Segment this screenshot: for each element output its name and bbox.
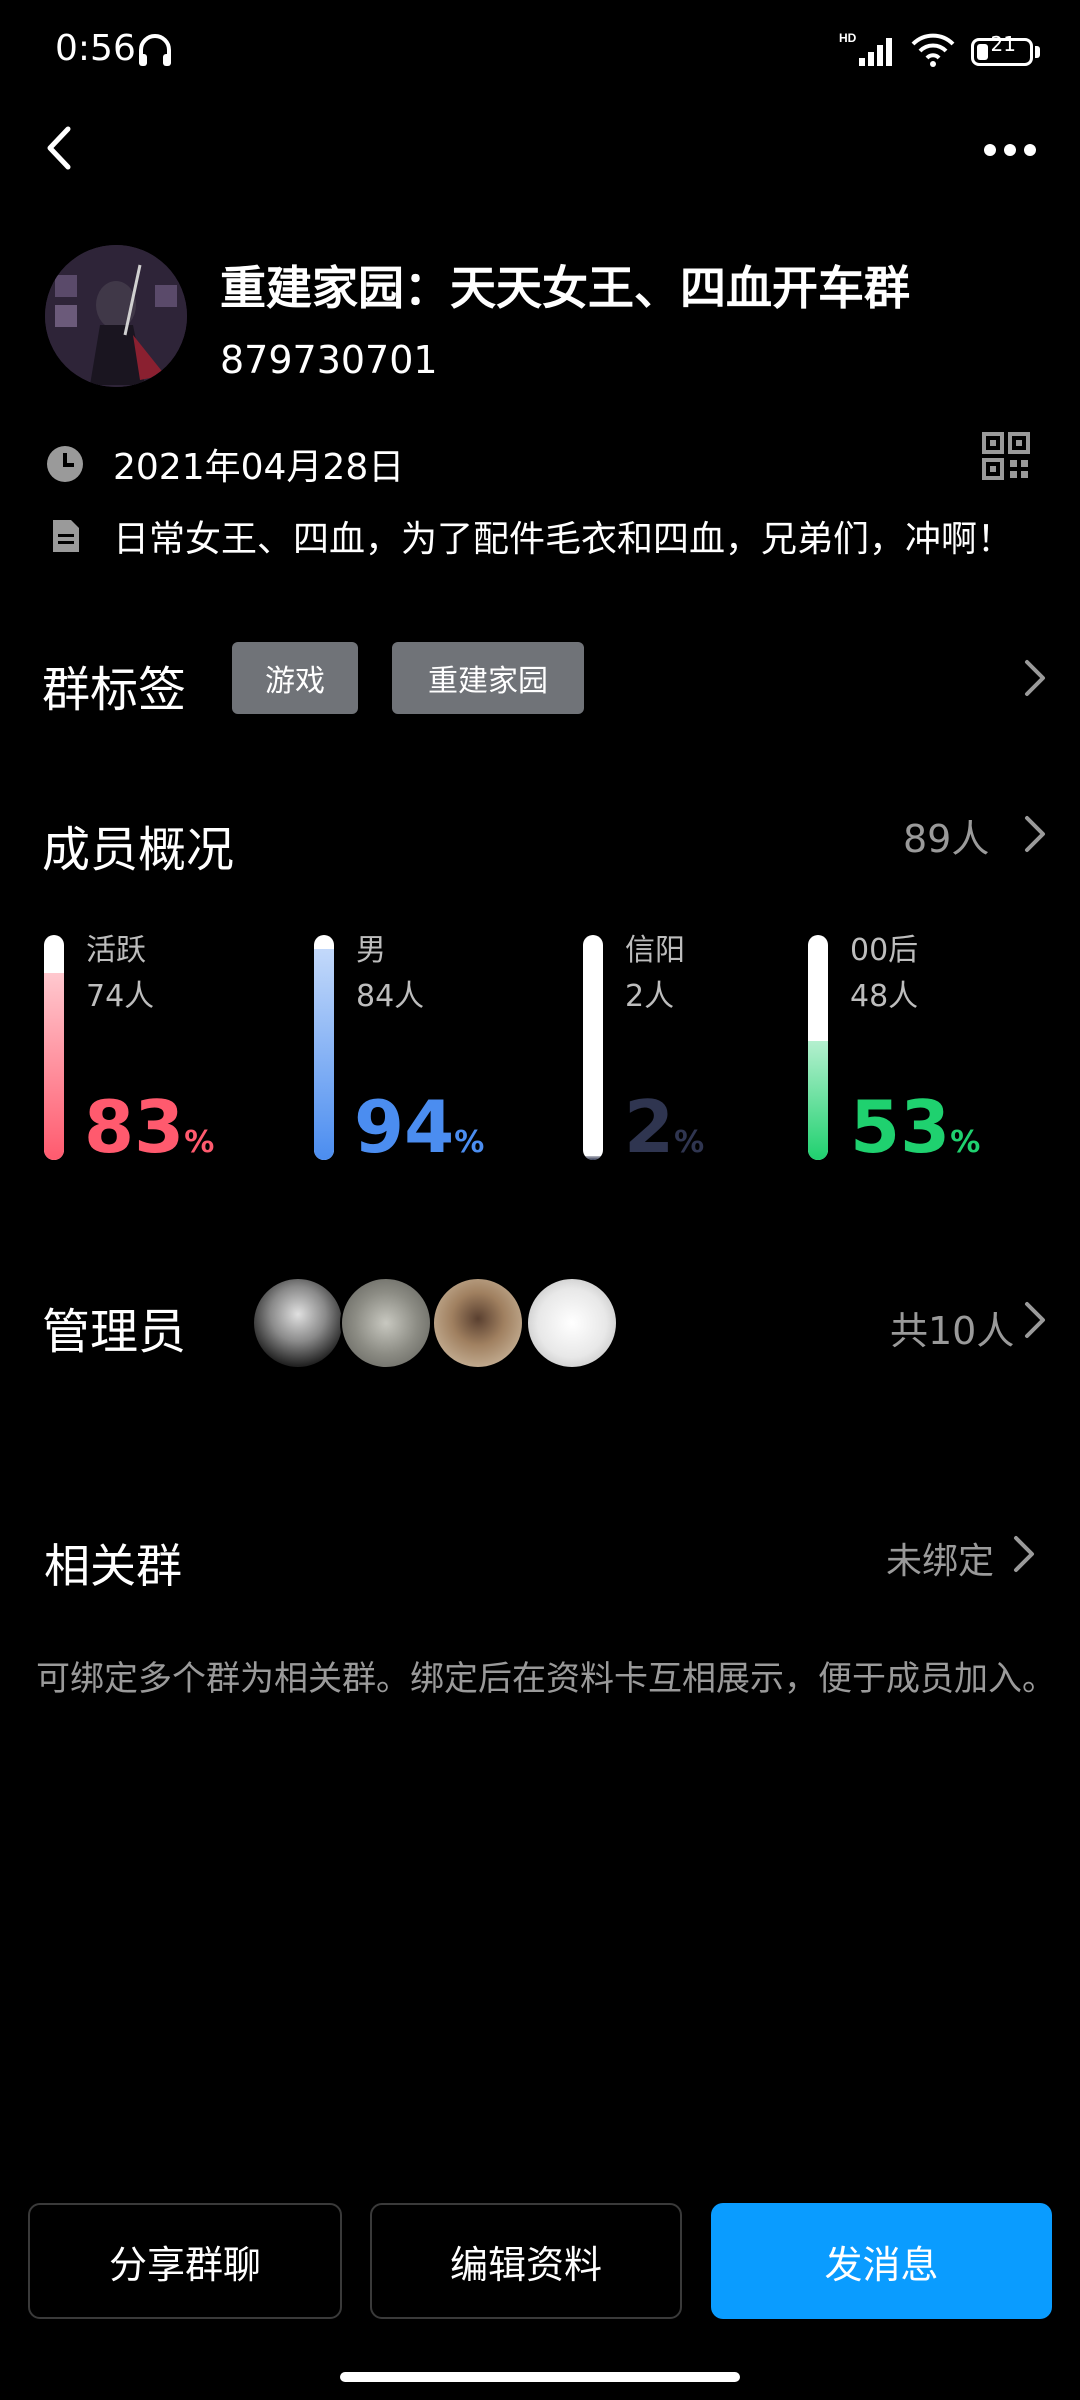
admin-avatar[interactable] — [432, 1277, 524, 1369]
stat-count-active: 74人 — [86, 979, 155, 1014]
related-status[interactable]: 未绑定 — [886, 1532, 994, 1584]
stat-label-post00: 00后 — [850, 933, 919, 968]
intro-row: 日常女王、四血，为了配件毛衣和四血，兄弟们，冲啊！ — [45, 510, 1013, 562]
stat-percent-xinyang: 2% — [624, 1085, 705, 1169]
more-options-button[interactable] — [970, 125, 1050, 175]
stat-percent-male: 94% — [354, 1085, 485, 1169]
stat-label-active: 活跃 — [86, 933, 146, 968]
battery-level: 21 — [990, 32, 1016, 56]
tag-rebuild-home[interactable]: 重建家园 — [392, 642, 584, 714]
created-date-row: 2021年04月28日 — [45, 438, 404, 490]
status-time: 0:56 — [55, 28, 136, 69]
group-id: 879730701 — [220, 338, 438, 382]
stat-count-post00: 48人 — [850, 979, 919, 1014]
status-icons: HD 21 — [839, 30, 1040, 74]
members-section-title: 成员概况 — [42, 822, 235, 878]
admins-chevron-right-icon[interactable] — [1015, 1300, 1055, 1340]
stat-percent-active: 83% — [84, 1085, 215, 1169]
battery-icon: 21 — [971, 32, 1040, 66]
tag-game[interactable]: 游戏 — [232, 642, 358, 714]
more-dot-icon — [1004, 144, 1016, 156]
related-chevron-right-icon[interactable] — [1004, 1534, 1044, 1574]
related-section-title: 相关群 — [44, 1539, 182, 1593]
admin-avatar[interactable] — [340, 1277, 432, 1369]
admin-avatar[interactable] — [526, 1277, 618, 1369]
tags-section-title: 群标签 — [42, 662, 187, 718]
stat-label-male: 男 — [356, 933, 386, 968]
admin-avatar[interactable] — [252, 1277, 344, 1369]
wifi-icon — [911, 32, 955, 72]
headphones-icon — [135, 30, 175, 74]
stat-bar-post00 — [808, 935, 828, 1160]
qr-code-icon — [982, 432, 1030, 480]
admin-total[interactable]: 共10人 — [890, 1300, 1014, 1355]
home-indicator — [340, 2372, 740, 2382]
group-avatar[interactable] — [45, 245, 187, 387]
stat-bar-male — [314, 935, 334, 1160]
back-arrow-icon — [47, 126, 71, 170]
svg-text:HD: HD — [839, 31, 857, 45]
back-button[interactable] — [30, 118, 90, 178]
members-chevron-right-icon[interactable] — [1015, 814, 1055, 854]
stat-percent-post00: 53% — [850, 1085, 981, 1169]
send-message-button[interactable]: 发消息 — [711, 2203, 1052, 2319]
stat-bar-xinyang — [583, 935, 603, 1160]
edit-profile-button[interactable]: 编辑资料 — [370, 2203, 682, 2319]
signal-icon: HD — [839, 30, 895, 74]
created-date: 2021年04月28日 — [113, 447, 405, 488]
clock-icon — [47, 446, 83, 482]
member-count[interactable]: 89人 — [903, 808, 989, 863]
qr-code-button[interactable] — [982, 432, 1030, 480]
more-dot-icon — [984, 144, 996, 156]
stat-bar-active — [44, 935, 64, 1160]
admins-section-title: 管理员 — [42, 1304, 187, 1360]
share-group-button[interactable]: 分享群聊 — [28, 2203, 342, 2319]
stat-count-male: 84人 — [356, 979, 425, 1014]
stat-count-xinyang: 2人 — [625, 979, 675, 1014]
group-name: 重建家园：天天女王、四血开车群 — [220, 261, 910, 315]
tags-chevron-right-icon[interactable] — [1015, 658, 1055, 698]
group-intro: 日常女王、四血，为了配件毛衣和四血，兄弟们，冲啊！ — [113, 519, 1014, 560]
related-description: 可绑定多个群为相关群。绑定后在资料卡互相展示，便于成员加入。 — [36, 1659, 1056, 1699]
document-icon — [53, 520, 79, 552]
stat-label-xinyang: 信阳 — [625, 933, 685, 968]
more-dot-icon — [1024, 144, 1036, 156]
